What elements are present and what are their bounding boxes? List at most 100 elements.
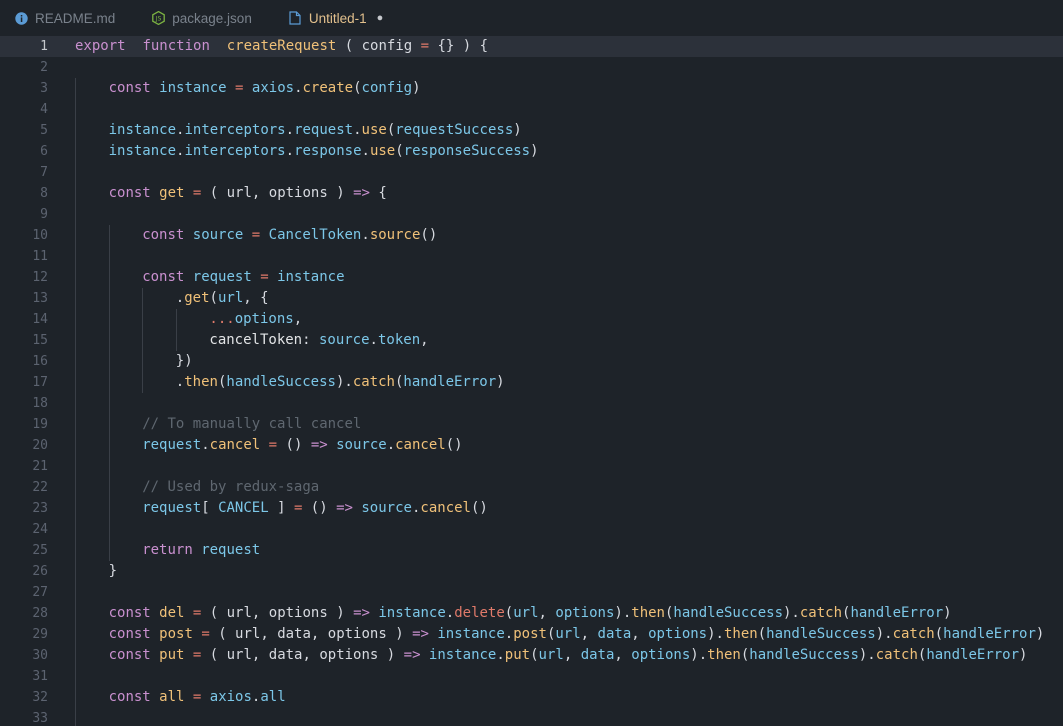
code-line[interactable]: 3 const instance = axios.create(config) xyxy=(0,78,1063,99)
code-line[interactable]: 21 xyxy=(0,456,1063,477)
code-line[interactable]: 24 xyxy=(0,519,1063,540)
code-token: ... xyxy=(209,311,235,327)
unsaved-dot-icon[interactable]: ● xyxy=(377,12,384,24)
code-token: ( xyxy=(209,290,218,306)
code-line[interactable]: 6 instance.interceptors.response.use(resp… xyxy=(0,141,1063,162)
code-token: => xyxy=(336,500,353,516)
code-token: => xyxy=(412,626,429,642)
code-line[interactable]: 20 request.cancel = () => source.cancel() xyxy=(0,435,1063,456)
code-token: del xyxy=(150,605,193,621)
code-line[interactable]: 23 request[ CANCEL ] = () => source.cance… xyxy=(0,498,1063,519)
line-number: 5 xyxy=(40,123,48,138)
tab-package-json[interactable]: JS package.json xyxy=(137,0,262,36)
code-token: => xyxy=(403,647,421,663)
code-text: instance.interceptors.request.use(reques… xyxy=(109,120,522,141)
code-line[interactable]: 31 xyxy=(0,666,1063,687)
code-line[interactable]: 5 instance.interceptors.request.use(reque… xyxy=(0,120,1063,141)
code-line[interactable]: 18 xyxy=(0,393,1063,414)
code-token: ). xyxy=(707,626,724,642)
code-line[interactable]: 17 .then(handleSuccess).catch(handleError… xyxy=(0,372,1063,393)
code-line[interactable]: 13 .get(url, { xyxy=(0,288,1063,309)
code-line[interactable]: 12 const request = instance xyxy=(0,267,1063,288)
indent-guide xyxy=(108,351,110,372)
code-token: catch xyxy=(799,605,843,621)
tab-readme[interactable]: README.md xyxy=(0,0,125,36)
indent-guide xyxy=(175,309,177,330)
indent-guide xyxy=(75,414,76,435)
code-token: delete xyxy=(454,605,505,621)
code-token: source xyxy=(369,227,421,243)
code-line[interactable]: 9 xyxy=(0,204,1063,225)
code-line[interactable]: 33 xyxy=(0,708,1063,726)
code-text: ...options, xyxy=(209,309,302,330)
code-editor[interactable]: 1 export function createRequest ( config … xyxy=(0,36,1063,726)
code-line[interactable]: 16}) xyxy=(0,351,1063,372)
code-line[interactable]: 15 cancelToken: source.token, xyxy=(0,330,1063,351)
svg-text:JS: JS xyxy=(154,15,161,22)
indent-guide xyxy=(108,435,110,456)
code-token: const xyxy=(108,647,151,663)
code-line[interactable]: 14 ...options, xyxy=(0,309,1063,330)
code-token: . xyxy=(201,437,210,453)
code-token: handleSuccess xyxy=(766,626,876,642)
editor-window: README.md JS package.json Untitled-1 ● 1… xyxy=(0,0,1063,726)
code-line[interactable]: 26} xyxy=(0,561,1063,582)
code-line[interactable]: 19 // To manually call cancel xyxy=(0,414,1063,435)
code-line[interactable]: 1 export function createRequest ( config … xyxy=(0,36,1063,57)
line-number: 16 xyxy=(32,354,48,369)
code-line[interactable]: 28 const del = ( url, options ) => instan… xyxy=(0,603,1063,624)
code-token: , xyxy=(538,605,556,621)
code-line[interactable]: 32 const all = axios.all xyxy=(0,687,1063,708)
line-number: 20 xyxy=(32,438,48,453)
code-line[interactable]: 30 const put = ( url, data, options ) => … xyxy=(0,645,1063,666)
code-line[interactable]: 2 xyxy=(0,57,1063,78)
code-line[interactable]: 22 // Used by redux-saga xyxy=(0,477,1063,498)
code-token: handleSuccess xyxy=(673,605,783,621)
line-number: 1 xyxy=(40,39,48,54)
line-number: 19 xyxy=(32,417,48,432)
line-number: 31 xyxy=(32,669,48,684)
code-token: axios xyxy=(243,80,295,96)
code-line[interactable]: 27 xyxy=(0,582,1063,603)
indent-guide xyxy=(108,225,110,246)
indent-guide xyxy=(75,666,76,687)
code-line[interactable]: 11 xyxy=(0,246,1063,267)
code-token: . xyxy=(285,122,295,138)
indent-guide xyxy=(142,309,144,330)
code-line[interactable]: 4 xyxy=(0,99,1063,120)
code-text: const put = ( url, data, options ) => in… xyxy=(109,645,1028,666)
code-token: handleSuccess xyxy=(226,374,336,390)
indent-guide xyxy=(108,498,110,519)
code-token: put xyxy=(504,647,531,663)
code-token: source xyxy=(327,437,387,453)
line-number: 9 xyxy=(40,207,48,222)
code-token: . xyxy=(175,290,185,306)
code-line[interactable]: 8 const get = ( url, options ) => { xyxy=(0,183,1063,204)
code-token: handleError xyxy=(403,374,497,390)
code-token: . xyxy=(369,332,378,348)
code-line[interactable]: 25 return request xyxy=(0,540,1063,561)
code-token: ] xyxy=(268,500,294,516)
line-number: 6 xyxy=(40,144,48,159)
code-token: instance xyxy=(108,143,177,159)
code-text: const get = ( url, options ) => { xyxy=(109,183,387,204)
indent-guide xyxy=(75,246,76,267)
line-number: 17 xyxy=(32,375,48,390)
code-text: const del = ( url, options ) => instance… xyxy=(109,603,952,624)
code-token: , xyxy=(631,626,649,642)
indent-guide xyxy=(75,141,76,162)
indent-guide xyxy=(75,540,76,561)
code-line[interactable]: 7 xyxy=(0,162,1063,183)
code-token: response xyxy=(294,143,362,159)
code-token: function xyxy=(142,38,210,54)
code-token: ( xyxy=(504,605,514,621)
code-token: () xyxy=(420,227,438,243)
tab-untitled-1[interactable]: Untitled-1 ● xyxy=(274,0,393,36)
code-line[interactable]: 10 const source = CancelToken.source() xyxy=(0,225,1063,246)
code-line[interactable]: 29 const post = ( url, data, options ) =>… xyxy=(0,624,1063,645)
code-text: request.cancel = () => source.cancel() xyxy=(142,435,462,456)
code-token: axios xyxy=(201,689,252,705)
line-number: 26 xyxy=(32,564,48,579)
indent-guide xyxy=(108,246,110,267)
